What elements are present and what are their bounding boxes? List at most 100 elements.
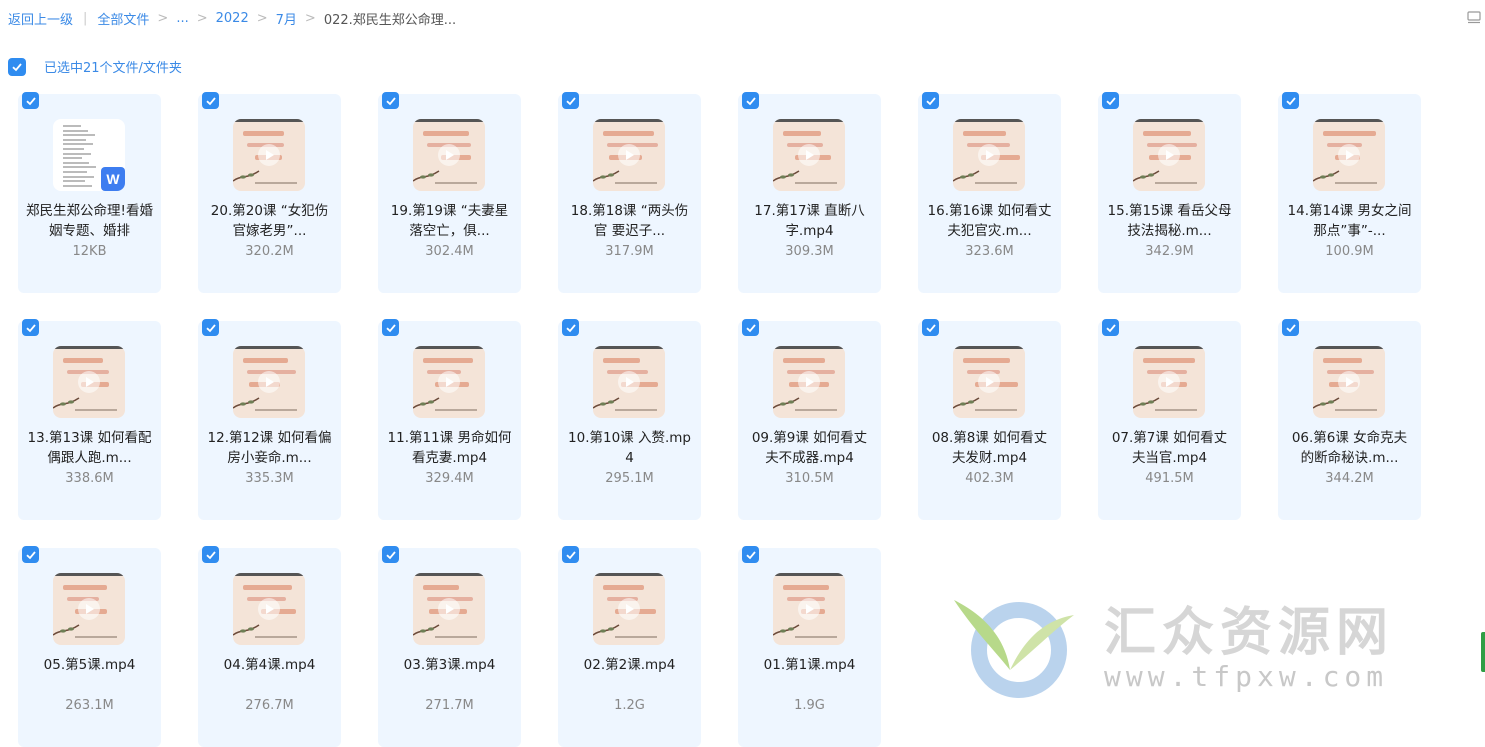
file-name[interactable]: 13.第13课 如何看配偶跟人跑.m... [26, 428, 153, 468]
file-size: 271.7M [425, 698, 474, 713]
video-thumbnail [773, 119, 845, 191]
file-card[interactable]: 18.第18课 “两头伤官 要迟子... 317.9M [558, 92, 701, 293]
file-name[interactable]: 20.第20课 “女犯伤官嫁老男”... [206, 201, 333, 241]
play-icon [438, 144, 460, 166]
side-tab[interactable] [1481, 632, 1485, 672]
file-checkbox[interactable] [382, 92, 399, 109]
video-thumbnail [413, 346, 485, 418]
file-checkbox[interactable] [202, 546, 219, 563]
play-icon [1158, 371, 1180, 393]
file-checkbox[interactable] [562, 546, 579, 563]
file-checkbox[interactable] [1282, 92, 1299, 109]
file-card[interactable]: 11.第11课 男命如何看克妻.mp4 329.4M [378, 319, 521, 520]
file-card[interactable]: 10.第10课 入赘.mp4 295.1M [558, 319, 701, 520]
file-size: 317.9M [605, 244, 654, 259]
file-card[interactable]: 01.第1课.mp4 1.9G [738, 546, 881, 747]
file-card[interactable]: 19.第19课 “夫妻星落空亡，俱... 302.4M [378, 92, 521, 293]
file-size: 12KB [72, 244, 107, 259]
file-name[interactable]: 07.第7课 如何看丈夫当官.mp4 [1106, 428, 1233, 468]
video-thumbnail [593, 573, 665, 645]
file-name[interactable]: 03.第3课.mp4 [386, 655, 513, 675]
file-name[interactable]: 09.第9课 如何看丈夫不成器.mp4 [746, 428, 873, 468]
file-card[interactable]: 15.第15课 看岳父母技法揭秘.m... 342.9M [1098, 92, 1241, 293]
file-card[interactable]: 03.第3课.mp4 271.7M [378, 546, 521, 747]
file-name[interactable]: 12.第12课 如何看偏房小妾命.m... [206, 428, 333, 468]
file-size: 402.3M [965, 471, 1014, 486]
file-name[interactable]: 18.第18课 “两头伤官 要迟子... [566, 201, 693, 241]
file-name[interactable]: 04.第4课.mp4 [206, 655, 333, 675]
file-size: 309.3M [785, 244, 834, 259]
play-icon [618, 144, 640, 166]
file-card[interactable]: 08.第8课 如何看丈夫发财.mp4 402.3M [918, 319, 1061, 520]
file-checkbox[interactable] [742, 319, 759, 336]
file-checkbox[interactable] [22, 319, 39, 336]
video-thumbnail [1313, 346, 1385, 418]
back-link[interactable]: 返回上一级 [8, 9, 73, 28]
file-checkbox[interactable] [922, 319, 939, 336]
file-name[interactable]: 16.第16课 如何看丈夫犯官灾.m... [926, 201, 1053, 241]
chevron-right-icon: > [157, 11, 169, 26]
file-checkbox[interactable] [382, 319, 399, 336]
watermark: 汇众资源网 www.tfpxw.com [944, 590, 1424, 700]
file-size: 344.2M [1325, 471, 1374, 486]
play-icon [798, 598, 820, 620]
select-all-checkbox[interactable] [8, 57, 26, 76]
list-view-icon[interactable] [1467, 10, 1481, 24]
file-checkbox[interactable] [1282, 319, 1299, 336]
file-checkbox[interactable] [22, 546, 39, 563]
file-checkbox[interactable] [382, 546, 399, 563]
file-name[interactable]: 08.第8课 如何看丈夫发财.mp4 [926, 428, 1053, 468]
file-card[interactable]: 13.第13课 如何看配偶跟人跑.m... 338.6M [18, 319, 161, 520]
file-card[interactable]: 04.第4课.mp4 276.7M [198, 546, 341, 747]
file-name[interactable]: 郑民生郑公命理!看婚姻专题、婚排 [26, 201, 153, 241]
file-card[interactable]: 12.第12课 如何看偏房小妾命.m... 335.3M [198, 319, 341, 520]
file-size: 1.9G [794, 698, 825, 713]
video-thumbnail [1133, 346, 1205, 418]
file-card[interactable]: 02.第2课.mp4 1.2G [558, 546, 701, 747]
file-checkbox[interactable] [1102, 319, 1119, 336]
file-card[interactable]: 09.第9课 如何看丈夫不成器.mp4 310.5M [738, 319, 881, 520]
file-card[interactable]: 20.第20课 “女犯伤官嫁老男”... 320.2M [198, 92, 341, 293]
play-icon [258, 144, 280, 166]
file-name[interactable]: 10.第10课 入赘.mp4 [566, 428, 693, 468]
file-name[interactable]: 01.第1课.mp4 [746, 655, 873, 675]
file-name[interactable]: 14.第14课 男女之间那点”事”-... [1286, 201, 1413, 241]
file-card[interactable]: 05.第5课.mp4 263.1M [18, 546, 161, 747]
video-thumbnail [1313, 119, 1385, 191]
file-checkbox[interactable] [202, 92, 219, 109]
file-checkbox[interactable] [562, 92, 579, 109]
file-card[interactable]: 07.第7课 如何看丈夫当官.mp4 491.5M [1098, 319, 1241, 520]
file-name[interactable]: 15.第15课 看岳父母技法揭秘.m... [1106, 201, 1233, 241]
file-checkbox[interactable] [562, 319, 579, 336]
file-checkbox[interactable] [202, 319, 219, 336]
video-thumbnail [593, 346, 665, 418]
file-size: 338.6M [65, 471, 114, 486]
file-name[interactable]: 05.第5课.mp4 [26, 655, 153, 675]
file-card[interactable]: 14.第14课 男女之间那点”事”-... 100.9M [1278, 92, 1421, 293]
file-card[interactable]: 06.第6课 女命克夫的断命秘诀.m... 344.2M [1278, 319, 1421, 520]
file-checkbox[interactable] [922, 92, 939, 109]
watermark-logo [954, 600, 1074, 698]
breadcrumb-year[interactable]: 2022 [216, 11, 249, 26]
breadcrumb-all-files[interactable]: 全部文件 [97, 9, 149, 28]
file-size: 310.5M [785, 471, 834, 486]
video-thumbnail [953, 119, 1025, 191]
file-checkbox[interactable] [1102, 92, 1119, 109]
video-thumbnail [593, 119, 665, 191]
file-name[interactable]: 19.第19课 “夫妻星落空亡，俱... [386, 201, 513, 241]
file-card[interactable]: 16.第16课 如何看丈夫犯官灾.m... 323.6M [918, 92, 1061, 293]
breadcrumb-ellipsis[interactable]: ... [176, 11, 188, 26]
file-checkbox[interactable] [742, 92, 759, 109]
file-checkbox[interactable] [22, 92, 39, 109]
file-name[interactable]: 02.第2课.mp4 [566, 655, 693, 675]
play-icon [798, 371, 820, 393]
file-card[interactable]: 17.第17课 直断八字.mp4 309.3M [738, 92, 881, 293]
file-checkbox[interactable] [742, 546, 759, 563]
file-card[interactable]: W 郑民生郑公命理!看婚姻专题、婚排 12KB [18, 92, 161, 293]
play-icon [798, 144, 820, 166]
file-name[interactable]: 11.第11课 男命如何看克妻.mp4 [386, 428, 513, 468]
play-icon [618, 371, 640, 393]
file-name[interactable]: 06.第6课 女命克夫的断命秘诀.m... [1286, 428, 1413, 468]
file-name[interactable]: 17.第17课 直断八字.mp4 [746, 201, 873, 241]
breadcrumb-month[interactable]: 7月 [276, 9, 297, 28]
